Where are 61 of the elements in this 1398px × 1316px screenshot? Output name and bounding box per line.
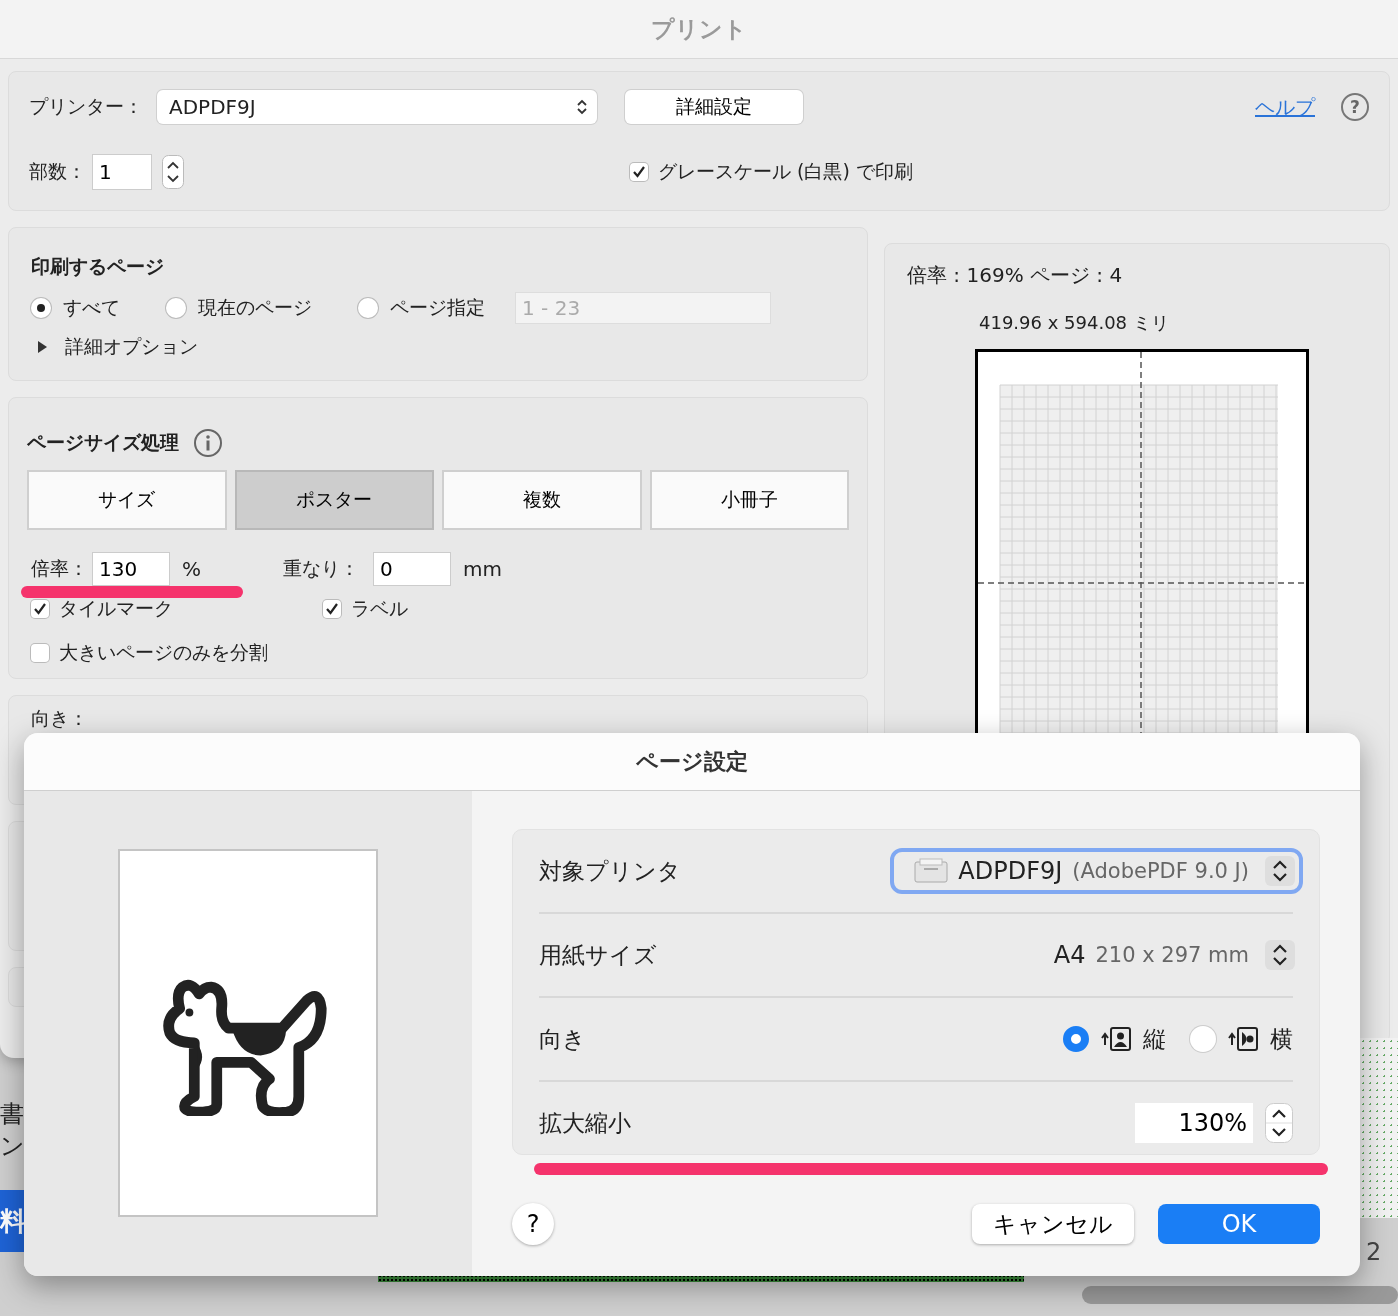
overlap-field[interactable]: 0 [373,552,451,586]
printer-select[interactable]: ADPDF9J [157,90,597,124]
window-title: プリント [651,14,747,44]
cancel-button[interactable]: キャンセル [972,1204,1134,1244]
portrait-icon [1099,1026,1133,1052]
scale-label: 倍率： [31,556,88,581]
unit-label: mm [463,557,502,581]
setting-label: 拡大縮小 [539,1108,631,1138]
page-radio[interactable]: 現在のページ [166,295,312,321]
stepper-icon[interactable] [162,155,184,189]
dialog-title: ページ設定 [636,747,748,776]
help-button[interactable]: ? [512,1203,554,1245]
mode-tab[interactable]: 小冊子 [649,470,849,530]
setting-label: 向き [539,1024,586,1054]
printer-label: プリンター： [29,94,143,119]
check-icon [325,602,339,616]
mode-tab[interactable]: ポスター [234,470,434,530]
updown-icon [577,99,587,115]
info-icon[interactable] [193,428,223,458]
setting-label: 用紙サイズ [539,940,657,970]
page-radio[interactable]: ページ指定 [358,295,485,321]
orientation-label: 向き： [31,707,88,729]
section-title: ページサイズ処理 [27,430,179,455]
overlap-label: 重なり： [283,556,359,581]
mode-tab[interactable]: 複数 [442,470,642,530]
mode-tab[interactable]: サイズ [27,470,227,530]
scrollbar-thumb[interactable] [1082,1286,1398,1304]
unit-label: % [182,557,201,581]
check-icon [33,602,47,616]
text-fragment: ン [0,1131,25,1162]
scale-field[interactable]: 130% [1135,1103,1253,1143]
option-checkbox[interactable]: タイルマーク [31,596,323,622]
preview-info: 倍率 : 169% ページ : 4 [907,262,1124,289]
help-button[interactable]: ? [1341,93,1369,121]
details-button[interactable]: 詳細設定 [625,90,803,124]
landscape-icon [1226,1026,1260,1052]
printer-icon [914,858,949,884]
updown-icon [1265,940,1295,970]
check-icon [632,165,646,179]
grayscale-checkbox[interactable]: グレースケール (白黒) で印刷 [630,159,913,185]
section-title: 印刷するページ [31,254,165,279]
ok-button[interactable]: OK [1158,1204,1320,1244]
scale-field[interactable]: 130 [92,552,170,586]
popup-menu[interactable]: ADPDF9J (AdobePDF 9.0 J) [890,848,1303,894]
disclosure-icon [37,341,47,353]
updown-icon [1265,856,1295,886]
text-fragment: 書 [0,1099,24,1130]
more-options-toggle[interactable]: 詳細オプション [31,334,845,360]
option-checkbox[interactable]: ラベル [323,596,849,622]
orientation-radio[interactable]: 縦 [1063,1023,1166,1055]
option-checkbox[interactable]: 大きいページのみを分割 [31,640,323,666]
orientation-radio[interactable]: 横 [1190,1023,1293,1055]
page-number: 2 [1366,1238,1382,1266]
stepper-icon[interactable] [1265,1103,1293,1143]
page-radio[interactable]: すべて [31,295,120,321]
popup-menu[interactable]: A4 210 x 297 mm [1029,932,1303,978]
help-link[interactable]: ヘルプ [1255,93,1315,121]
setting-label: 対象プリンタ [539,856,681,886]
copies-field[interactable]: 1 [92,154,152,190]
copies-label: 部数： [29,159,86,184]
paper-dimensions: 419.96 x 594.08 ミリ [979,311,1170,335]
